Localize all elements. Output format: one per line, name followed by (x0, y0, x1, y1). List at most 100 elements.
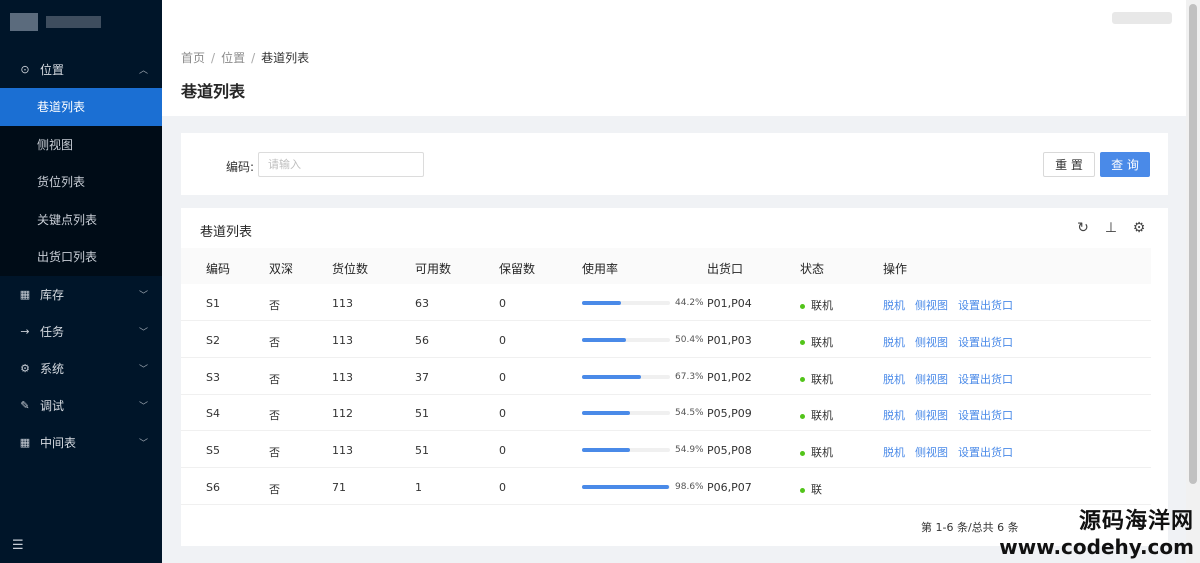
usage-percent: 44.2% (675, 298, 704, 308)
status-text: 联机 (811, 372, 833, 386)
status-text: 联 (811, 483, 822, 496)
offline-link[interactable]: 脱机 (883, 373, 905, 386)
cell-code: S1 (206, 297, 220, 310)
side-view-link[interactable]: 侧视图 (915, 336, 948, 349)
search-form: 编码: 重 置 查 询 (181, 133, 1168, 195)
usage-progress-bar (582, 411, 670, 416)
query-button[interactable]: 查 询 (1100, 152, 1150, 177)
status-text: 联机 (811, 335, 833, 349)
col-reserved: 保留数 (499, 262, 536, 276)
cell-double-deep: 否 (269, 335, 280, 349)
wrench-icon: ✎ (20, 398, 30, 412)
top-header (162, 0, 1186, 36)
cell-available: 1 (415, 481, 422, 494)
side-view-link[interactable]: 侧视图 (915, 299, 948, 312)
menu-item-middle-table[interactable]: ▦ 中间表 ﹀ (0, 424, 162, 461)
usage-progress-bar (582, 374, 670, 379)
usage-percent: 67.3% (675, 371, 704, 382)
usage-progress-fill (582, 411, 630, 416)
offline-link[interactable]: 脱机 (883, 336, 905, 349)
cell-slots: 113 (332, 444, 353, 458)
cell-slots: 112 (332, 407, 353, 421)
col-available: 可用数 (415, 262, 452, 276)
chevron-down-icon: ﹀ (138, 364, 148, 375)
set-outlet-link[interactable]: 设置出货口 (958, 336, 1013, 349)
offline-link[interactable]: 脱机 (883, 299, 905, 312)
cell-status: 联机 (800, 371, 833, 387)
grid-icon: ▦ (19, 287, 31, 301)
code-label: 编码: (226, 160, 255, 174)
cell-code: S4 (206, 407, 220, 421)
menu-item-location[interactable]: ⊙ 位置 ︿ (0, 51, 162, 88)
side-view-link[interactable]: 侧视图 (915, 409, 948, 422)
page-header: 首页 / 位置 / 巷道列表 巷道列表 (162, 36, 1186, 116)
cell-code: S2 (206, 333, 220, 347)
set-outlet-link[interactable]: 设置出货口 (958, 373, 1013, 386)
cell-actions: 脱机 侧视图 设置出货口 (883, 334, 1023, 350)
usage-progress-bar (582, 448, 670, 453)
menu-collapse-icon[interactable]: ☰ (12, 538, 24, 553)
table-row: S5 否 113 51 0 P05,P08 54.9% 联机 脱机 侧视图 设置出货口 (181, 431, 1151, 469)
page-scrollbar[interactable] (1186, 0, 1200, 563)
reset-button[interactable]: 重 置 (1043, 152, 1095, 177)
grid-icon: ▦ (19, 435, 31, 449)
cell-status: 联机 (800, 334, 833, 350)
set-outlet-link[interactable]: 设置出货口 (958, 299, 1013, 312)
status-dot-icon (800, 340, 805, 346)
cell-status: 联机 (800, 444, 833, 460)
chevron-down-icon: ﹀ (138, 401, 148, 412)
side-view-link[interactable]: 侧视图 (915, 446, 948, 459)
cell-status: 联 (800, 481, 822, 497)
menu-item-inventory[interactable]: ▦ 库存 ﹀ (0, 276, 162, 313)
usage-progress-fill (582, 448, 631, 453)
cell-double-deep: 否 (269, 299, 280, 312)
usage-percent: 50.4% (675, 334, 704, 345)
status-text: 联机 (811, 409, 833, 423)
breadcrumb-location[interactable]: 位置 (221, 51, 245, 65)
watermark-line1: 源码海洋网 (1078, 509, 1194, 534)
submenu-item-outlet-list[interactable]: 出货口列表 (0, 238, 162, 276)
menu-item-system[interactable]: ⚙ 系统 ﹀ (0, 350, 162, 387)
submenu-item-slot-list[interactable]: 货位列表 (0, 163, 162, 201)
submenu-item-side-view[interactable]: 侧视图 (0, 126, 162, 164)
status-text: 联机 (811, 446, 833, 460)
location-icon: ⊙ (20, 63, 30, 76)
cell-double-deep: 否 (269, 372, 280, 386)
arrow-right-icon: → (20, 324, 30, 338)
cell-outlet: P05,P09 (707, 407, 752, 421)
table-header: 编码 双深 货位数 可用数 保留数 使用率 出货口 状态 操作 (181, 248, 1151, 284)
menu-item-task[interactable]: → 任务 ﹀ (0, 313, 162, 350)
app-logo[interactable] (0, 0, 162, 44)
side-view-link[interactable]: 侧视图 (915, 373, 948, 386)
table-row: S2 否 113 56 0 P01,P03 50.4% 联机 脱机 侧视图 设置出货口 (181, 321, 1151, 358)
scrollbar-thumb[interactable] (1189, 4, 1197, 484)
offline-link[interactable]: 脱机 (883, 409, 905, 422)
cell-code: S5 (206, 444, 220, 458)
page-title: 巷道列表 (181, 82, 246, 101)
cell-outlet: P01,P04 (707, 297, 752, 310)
menu-item-debug[interactable]: ✎ 调试 ﹀ (0, 387, 162, 424)
logo-mark (10, 13, 38, 31)
table-row: S3 否 113 37 0 P01,P02 67.3% 联机 脱机 侧视图 设置出货口 (181, 358, 1151, 395)
submenu-item-aisle-list[interactable]: 巷道列表 (0, 88, 162, 126)
cell-double-deep: 否 (269, 409, 280, 423)
usage-progress-fill (582, 337, 627, 342)
refresh-icon[interactable]: ↻ (1076, 220, 1090, 236)
set-outlet-link[interactable]: 设置出货口 (958, 446, 1013, 459)
set-outlet-link[interactable]: 设置出货口 (958, 409, 1013, 422)
menu-label: 系统 (40, 361, 65, 376)
watermark: 源码海洋网 www.codehy.com (999, 503, 1194, 559)
table-toolbar: ↻ ⊥ ⚙ (1076, 220, 1146, 236)
breadcrumb-home[interactable]: 首页 (181, 51, 205, 65)
offline-link[interactable]: 脱机 (883, 446, 905, 459)
column-height-icon[interactable]: ⊥ (1104, 220, 1118, 236)
submenu-item-keypoint-list[interactable]: 关键点列表 (0, 201, 162, 239)
cell-reserved: 0 (499, 407, 506, 421)
settings-icon[interactable]: ⚙ (1132, 220, 1146, 236)
status-dot-icon (800, 487, 805, 493)
user-avatar-blurred[interactable] (1112, 12, 1172, 24)
usage-percent: 54.5% (675, 408, 704, 419)
table-row: S1 否 113 63 0 P01,P04 44.2% 联机 脱机 侧视图 设置出货口 (181, 284, 1151, 321)
cell-slots: 71 (332, 481, 346, 494)
code-input[interactable] (258, 152, 424, 177)
